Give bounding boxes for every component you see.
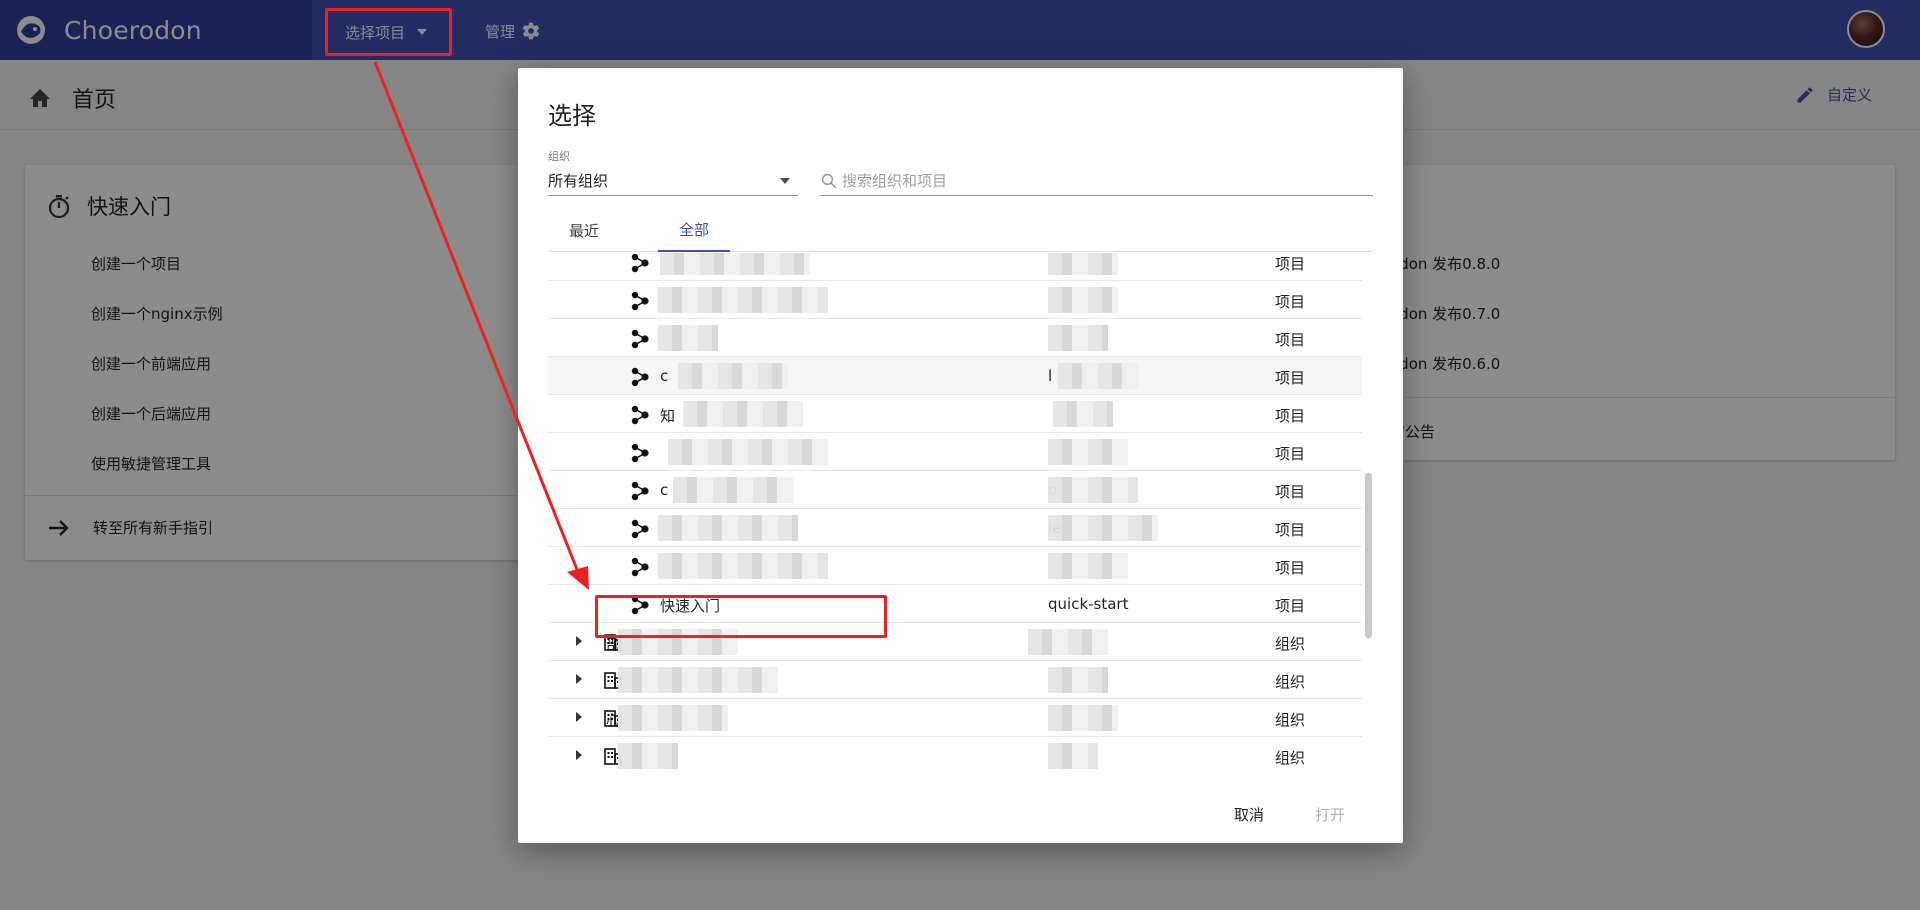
annotation-arrow [373,61,589,590]
